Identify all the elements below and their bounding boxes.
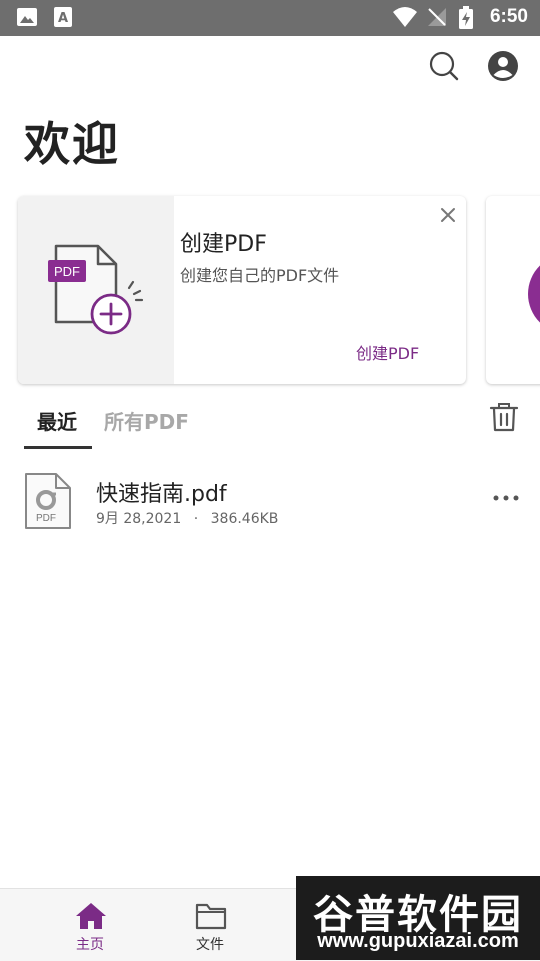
account-icon: [487, 50, 519, 86]
more-icon: [490, 493, 522, 512]
nav-home-label: 主页: [76, 937, 104, 953]
no-signal-icon: [426, 6, 448, 32]
more-options-button[interactable]: [490, 488, 522, 508]
active-tab-indicator: [24, 446, 92, 449]
create-pdf-file-icon: PDF: [48, 244, 144, 335]
watermark: 谷普软件园 www.gupuxiazai.com: [296, 876, 540, 960]
watermark-url: www.gupuxiazai.com: [317, 930, 519, 952]
tab-all-pdf[interactable]: 所有PDF: [104, 406, 189, 435]
svg-text:A: A: [58, 11, 68, 26]
list-item[interactable]: PDF 快速指南.pdf 9月 28,2021 · 386.46KB: [0, 462, 540, 542]
nav-files[interactable]: 文件: [170, 889, 250, 961]
image-notification-icon: [16, 6, 38, 32]
battery-charging-icon: [458, 6, 474, 34]
card-title: 创建PDF: [180, 232, 267, 257]
wifi-icon: [392, 6, 418, 32]
close-icon: [438, 208, 458, 229]
pdf-badge-text: PDF: [54, 264, 80, 279]
account-button[interactable]: [483, 48, 523, 88]
file-type-label: PDF: [36, 513, 56, 524]
search-icon: [428, 50, 460, 86]
create-pdf-illustration: PDF: [18, 196, 174, 384]
text-notification-icon: A: [52, 6, 74, 32]
card-description: 创建您自己的PDF文件: [180, 266, 340, 285]
file-date: 9月 28,2021: [96, 511, 182, 527]
file-size: 386.46KB: [210, 511, 279, 527]
pdf-file-icon: PDF: [24, 472, 72, 534]
status-bar: A 6:50: [0, 0, 540, 36]
dismiss-card-button[interactable]: [438, 205, 458, 225]
file-name: 快速指南.pdf: [96, 482, 227, 507]
clock: 6:50: [489, 6, 528, 27]
tab-recent[interactable]: 最近: [37, 406, 77, 435]
trash-icon: [486, 403, 522, 440]
meta-separator: ·: [193, 511, 199, 527]
page-title: 欢迎: [24, 117, 120, 171]
next-card-graphic: [528, 254, 540, 334]
delete-button[interactable]: [486, 400, 522, 436]
search-button[interactable]: [424, 48, 464, 88]
nav-home[interactable]: 主页: [50, 889, 130, 961]
create-pdf-link[interactable]: 创建PDF: [356, 340, 419, 364]
nav-files-label: 文件: [196, 937, 224, 953]
next-promo-card[interactable]: [486, 196, 540, 384]
file-meta: 9月 28,2021 · 386.46KB: [96, 508, 278, 528]
